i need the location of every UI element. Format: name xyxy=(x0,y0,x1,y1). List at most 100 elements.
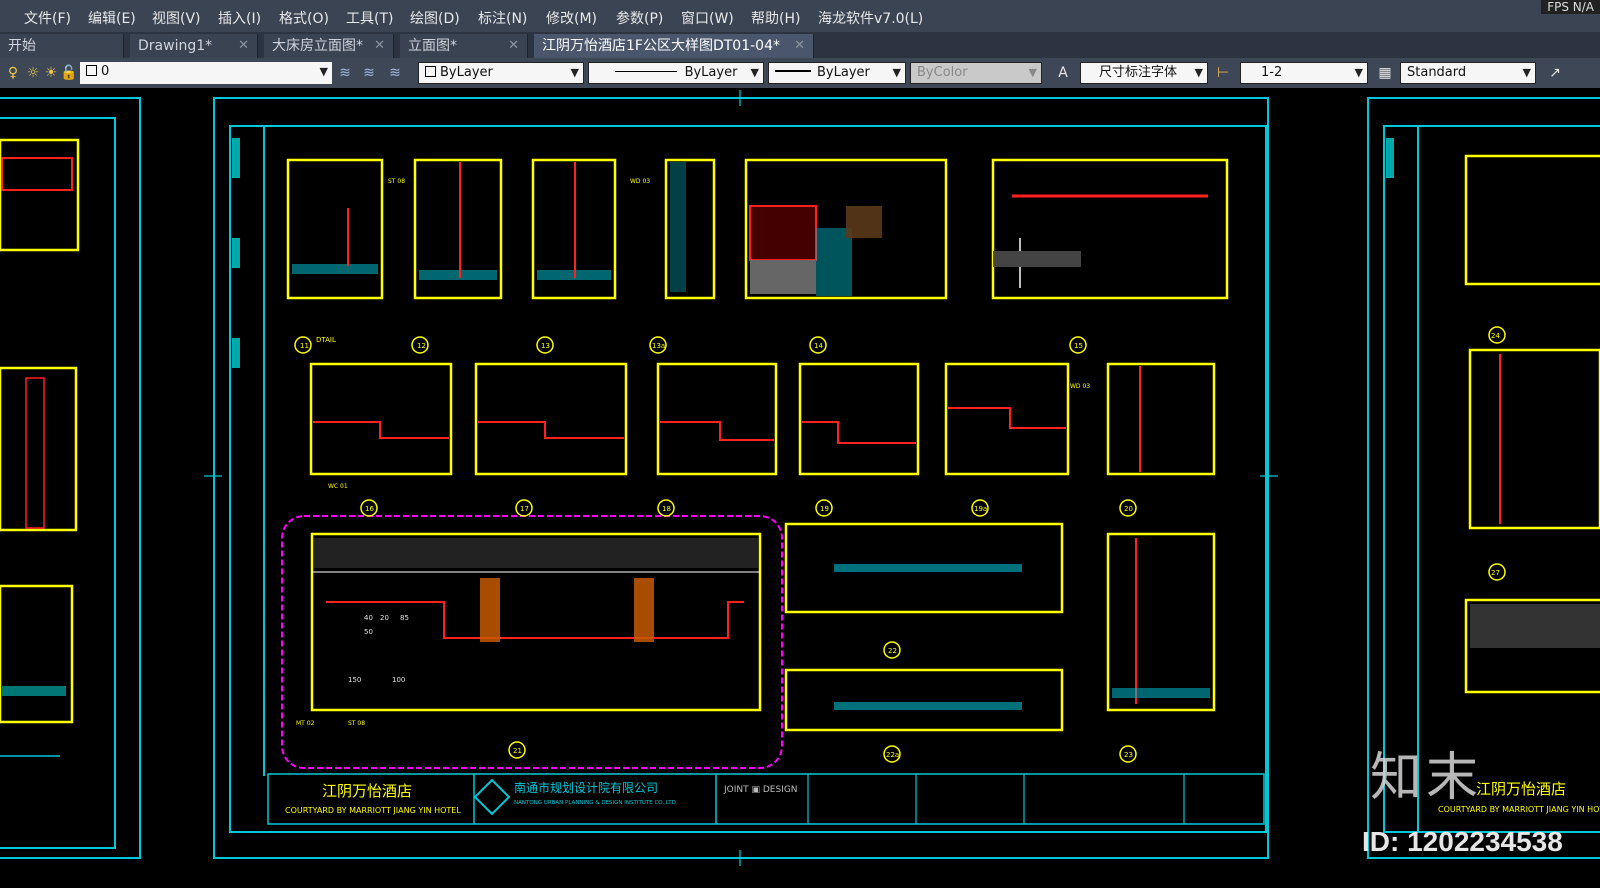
color-dropdown[interactable]: ByLayer ▼ xyxy=(418,62,584,84)
detail-number: 24 xyxy=(1491,332,1500,340)
menu-format[interactable]: 格式(O) xyxy=(279,8,329,28)
layer-color-swatch xyxy=(86,65,97,76)
menu-view[interactable]: 视图(V) xyxy=(152,8,201,28)
close-icon[interactable]: ✕ xyxy=(374,34,385,58)
chevron-down-icon: ▼ xyxy=(319,65,328,78)
dim-text: 50 xyxy=(364,628,373,636)
properties-toolbar: ♀ ☼ ☀ 🔓 0 ▼ ≋ ≋ ≋ ByLayer ▼ ByLayer ▼ ByLay… xyxy=(0,58,1600,88)
dimension-texts: 150 100 40 50 20 85 xyxy=(348,614,409,684)
textstyle-dropdown[interactable]: Standard ▼ xyxy=(1400,62,1536,84)
lock-icon[interactable]: 🔓 xyxy=(60,64,78,82)
model-space-canvas[interactable]: 11 DTAIL 12 13 13a 14 15 16 17 18 19 19a… xyxy=(0,88,1600,884)
detail-number: 21 xyxy=(513,747,522,755)
detail-number: 14 xyxy=(814,342,823,350)
menu-parameter[interactable]: 参数(P) xyxy=(616,8,663,28)
textstyle-value: Standard xyxy=(1407,65,1467,80)
dimstyle-value: 尺寸标注字体 xyxy=(1099,65,1178,80)
detail-number: 20 xyxy=(1124,505,1133,513)
menu-window[interactable]: 窗口(W) xyxy=(681,8,734,28)
menu-tools[interactable]: 工具(T) xyxy=(346,8,393,28)
dimstyle-dropdown[interactable]: 尺寸标注字体 ▼ xyxy=(1080,62,1208,84)
detail-number: 22a xyxy=(886,751,899,759)
dim-text: 40 xyxy=(364,614,373,622)
detail-number: 17 xyxy=(520,505,529,513)
main-sheet xyxy=(213,97,1269,859)
text-style-icon[interactable]: A xyxy=(1054,64,1072,82)
menu-dimension[interactable]: 标注(N) xyxy=(478,8,527,28)
dim-style-icon[interactable]: ⊢ xyxy=(1214,64,1232,82)
layer-on-icon[interactable]: ♀ xyxy=(4,64,22,82)
material-tag: MT 02 xyxy=(296,720,315,727)
plotstyle-dropdown: ByColor ▼ xyxy=(910,62,1042,84)
menu-file[interactable]: 文件(F) xyxy=(24,8,71,28)
scale-dropdown[interactable]: 1-2 ▼ xyxy=(1240,62,1368,84)
tab-label: Drawing1* xyxy=(138,38,213,54)
match-layer-icon[interactable]: ≋ xyxy=(336,64,354,82)
detail-row-3 xyxy=(784,522,1216,732)
detail-number: 23 xyxy=(1124,751,1133,759)
close-icon[interactable]: ✕ xyxy=(238,34,249,58)
dim-text: 20 xyxy=(380,614,389,622)
material-tag: ST 08 xyxy=(348,720,365,727)
cad-drawing: 11 DTAIL 12 13 13a 14 15 16 17 18 19 19a… xyxy=(0,90,1600,866)
chevron-down-icon: ▼ xyxy=(750,66,759,79)
tab-drawing1[interactable]: Drawing1* ✕ xyxy=(130,34,258,58)
detail-number: 12 xyxy=(417,342,426,350)
lineweight-dropdown[interactable]: ByLayer ▼ xyxy=(768,62,906,84)
detail-number: 18 xyxy=(662,505,671,513)
firm-logo xyxy=(473,778,511,816)
chevron-down-icon: ▼ xyxy=(892,66,901,79)
layer-value: 0 xyxy=(101,64,110,79)
table-style-icon[interactable]: ▦ xyxy=(1376,64,1394,82)
chevron-down-icon: ▼ xyxy=(570,66,579,79)
dim-text: 100 xyxy=(392,676,405,684)
sheet-center-marks xyxy=(204,90,1278,866)
menu-modify[interactable]: 修改(M) xyxy=(546,8,597,28)
detail-number: 13 xyxy=(541,342,550,350)
dim-text: 85 xyxy=(400,614,409,622)
freeze-icon[interactable]: ☀ xyxy=(42,64,60,82)
watermark-id: ID: 1202234538 xyxy=(1362,826,1563,857)
project-title-cn: 江阴万怡酒店 xyxy=(1476,780,1566,798)
menu-hailong[interactable]: 海龙软件v7.0(L) xyxy=(818,8,923,28)
linetype-value: ByLayer xyxy=(684,65,738,80)
firm-name-en: NANTONG URBAN PLANNING & DESIGN INSTITUT… xyxy=(514,800,676,806)
material-tag: WC 01 xyxy=(328,483,348,490)
scale-value: 1-2 xyxy=(1261,65,1283,80)
linetype-dropdown[interactable]: ByLayer ▼ xyxy=(588,62,764,84)
tab-label: 大床房立面图* xyxy=(272,38,363,54)
tab-hotel-details[interactable]: 江阴万怡酒店1F公区大样图DT01-04* ✕ xyxy=(534,34,814,58)
material-tag: ST 08 xyxy=(388,178,405,185)
detail-number: 22 xyxy=(888,647,897,655)
detail-21 xyxy=(281,515,783,769)
material-tag: WD 03 xyxy=(630,178,650,185)
menu-bar: 文件(F) 编辑(E) 视图(V) 插入(I) 格式(O) 工具(T) 绘图(D… xyxy=(0,0,1600,32)
detail-number: 13a xyxy=(652,342,665,350)
lineweight-value: ByLayer xyxy=(817,65,870,80)
detail-number: 19a xyxy=(974,505,987,513)
color-value: ByLayer xyxy=(440,65,493,80)
tab-bed-elevation[interactable]: 大床房立面图* ✕ xyxy=(264,34,394,58)
tab-label: 立面图* xyxy=(408,38,457,54)
watermark-logo: 知末 xyxy=(1370,748,1483,808)
chevron-down-icon: ▼ xyxy=(1354,66,1363,79)
close-icon[interactable]: ✕ xyxy=(508,34,519,58)
previous-layer-icon[interactable]: ≋ xyxy=(360,64,378,82)
menu-draw[interactable]: 绘图(D) xyxy=(410,8,460,28)
layer-states-icon[interactable]: ≋ xyxy=(386,64,404,82)
tab-start[interactable]: 开始 xyxy=(0,34,124,58)
menu-insert[interactable]: 插入(I) xyxy=(218,8,261,28)
plotstyle-value: ByColor xyxy=(917,65,968,80)
multileader-icon[interactable]: ↗ xyxy=(1546,64,1564,82)
layer-dropdown[interactable]: 0 ▼ xyxy=(80,62,332,84)
chevron-down-icon: ▼ xyxy=(1194,66,1203,79)
firm-name-cn: 南通市规划设计院有限公司 xyxy=(514,780,658,795)
sun-icon[interactable]: ☼ xyxy=(24,64,42,82)
tab-elevation[interactable]: 立面图* ✕ xyxy=(400,34,528,58)
color-swatch xyxy=(425,66,436,77)
design-firm: JOINT ▣ DESIGN xyxy=(723,785,798,795)
menu-edit[interactable]: 编辑(E) xyxy=(88,8,136,28)
menu-help[interactable]: 帮助(H) xyxy=(751,8,800,28)
close-icon[interactable]: ✕ xyxy=(794,34,805,58)
detail-label: DTAIL xyxy=(316,336,336,344)
